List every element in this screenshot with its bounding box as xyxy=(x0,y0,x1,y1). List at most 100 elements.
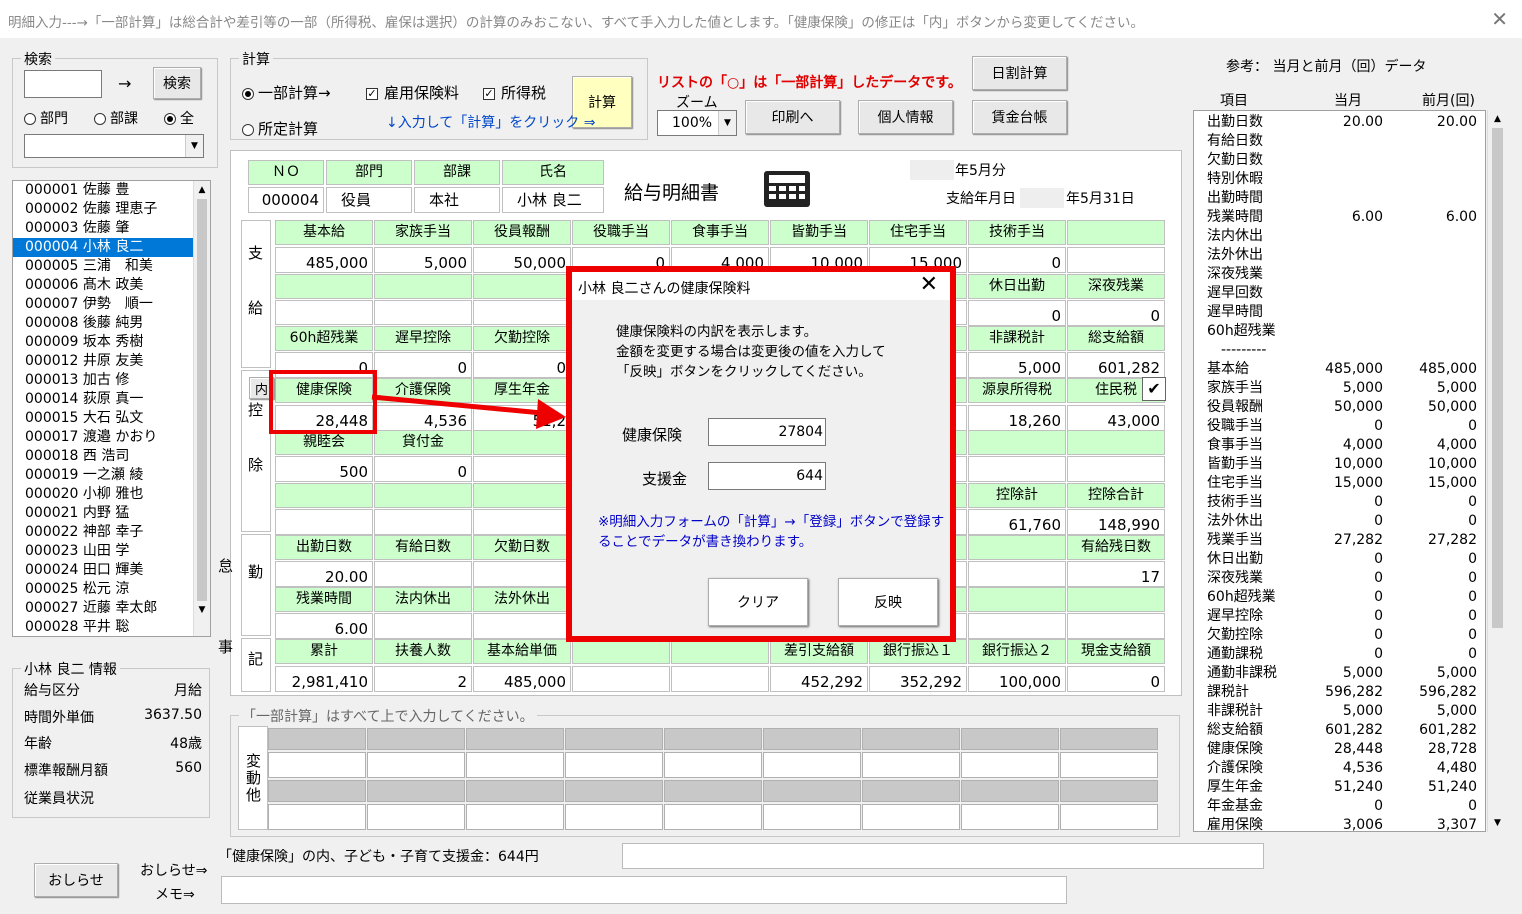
grid-value[interactable]: 485,000 xyxy=(473,666,571,692)
scroll-up-icon[interactable]: ▲ xyxy=(194,185,210,195)
checkmark-icon[interactable]: ✔ xyxy=(1142,377,1166,401)
scroll-up-icon[interactable]: ▲ xyxy=(1488,114,1507,124)
grid-value[interactable]: 20.00 xyxy=(275,561,373,587)
grid-value[interactable]: 0 xyxy=(374,352,472,378)
checkbox-income-tax[interactable]: ✓ 所得税 xyxy=(483,82,546,103)
chevron-down-icon[interactable]: ▼ xyxy=(185,135,203,157)
grid-value[interactable]: 6.00 xyxy=(275,613,373,639)
personal-info-button[interactable]: 個人情報 xyxy=(858,100,953,134)
variable-cell[interactable] xyxy=(367,752,465,778)
employee-list-item[interactable]: 000014 荻原 真一 xyxy=(13,390,210,409)
grid-value[interactable] xyxy=(1067,247,1165,273)
employee-list-item[interactable]: 000013 加古 修 xyxy=(13,371,210,390)
employee-list-item[interactable]: 000012 井原 友美 xyxy=(13,352,210,371)
chevron-down-icon[interactable]: ▼ xyxy=(718,111,736,135)
grid-value[interactable]: 0 xyxy=(1067,666,1165,692)
print-button[interactable]: 印刷へ xyxy=(745,100,840,134)
daily-calc-button[interactable]: 日割計算 xyxy=(972,56,1067,90)
support-input[interactable]: 644 xyxy=(708,462,826,490)
employee-list-item[interactable]: 000004 小林 良二 xyxy=(13,238,210,257)
grid-value[interactable]: 61,760 xyxy=(968,509,1066,535)
close-icon[interactable]: ✕ xyxy=(920,272,938,297)
employee-list-item[interactable]: 000008 後藤 純男 xyxy=(13,314,210,333)
grid-value[interactable] xyxy=(572,666,670,692)
calculator-icon[interactable] xyxy=(763,170,811,208)
notice-link[interactable]: おしらせ⇒ xyxy=(140,860,207,880)
grid-value[interactable]: 452,292 xyxy=(770,666,868,692)
employee-list-item[interactable]: 000022 神部 幸子 xyxy=(13,523,210,542)
grid-value[interactable]: 5,000 xyxy=(968,352,1066,378)
grid-value[interactable]: 2 xyxy=(374,666,472,692)
dept-select[interactable]: ▼ xyxy=(24,134,204,158)
memo-link[interactable]: メモ⇒ xyxy=(155,884,195,904)
grid-value[interactable]: 43,000 xyxy=(1067,405,1165,431)
grid-value[interactable]: 0 xyxy=(473,352,571,378)
employee-list-item[interactable]: 000028 平井 聡 xyxy=(13,618,210,636)
employee-list-item[interactable]: 000009 坂本 秀樹 xyxy=(13,333,210,352)
grid-value[interactable]: 352,292 xyxy=(869,666,967,692)
employee-list-item[interactable]: 000021 内野 猛 xyxy=(13,504,210,523)
scroll-thumb[interactable] xyxy=(197,199,207,601)
grid-value[interactable]: 601,282 xyxy=(1067,352,1165,378)
employee-list-item[interactable]: 000025 松元 涼 xyxy=(13,580,210,599)
variable-cell[interactable] xyxy=(1060,804,1158,830)
variable-cell[interactable] xyxy=(664,752,762,778)
employee-list-item[interactable]: 000002 佐藤 理恵子 xyxy=(13,200,210,219)
zoom-select[interactable]: 100% ▼ xyxy=(657,110,737,136)
variable-cell[interactable] xyxy=(565,804,663,830)
variable-cell[interactable] xyxy=(763,804,861,830)
variable-cell[interactable] xyxy=(961,804,1059,830)
grid-value[interactable] xyxy=(473,561,571,587)
close-icon[interactable]: ✕ xyxy=(1491,7,1508,31)
radio-fixed-calc[interactable]: 所定計算 xyxy=(242,118,318,139)
notice-button[interactable]: おしらせ xyxy=(34,863,118,897)
grid-value[interactable] xyxy=(473,613,571,639)
grid-value[interactable]: 18,260 xyxy=(968,405,1066,431)
variable-cell[interactable] xyxy=(862,752,960,778)
ref-scrollbar[interactable]: ▲ ▼ xyxy=(1487,110,1507,832)
memo-field[interactable] xyxy=(221,876,1067,904)
grid-value[interactable]: 17 xyxy=(1067,561,1165,587)
ledger-button[interactable]: 賃金台帳 xyxy=(972,100,1067,134)
variable-cell[interactable] xyxy=(466,752,564,778)
grid-value[interactable]: 0 xyxy=(968,247,1066,273)
radio-partial-calc[interactable]: 一部計算→ xyxy=(242,82,331,103)
checkbox-emp-ins[interactable]: ✓ 雇用保険料 xyxy=(366,82,459,103)
employee-list-item[interactable]: 000003 佐藤 肇 xyxy=(13,219,210,238)
status-field[interactable] xyxy=(622,843,1264,869)
employee-list-item[interactable]: 000007 伊勢 順一 xyxy=(13,295,210,314)
grid-value[interactable]: 0 xyxy=(374,456,472,482)
grid-value[interactable]: 5,000 xyxy=(374,247,472,273)
employee-list[interactable]: 000001 佐藤 豊 000002 佐藤 理恵子 000003 佐藤 肇 00000… xyxy=(12,180,211,637)
radio-all[interactable]: 全 xyxy=(164,108,194,128)
grid-value[interactable] xyxy=(374,561,472,587)
employee-list-item[interactable]: 000017 渡邉 かおり xyxy=(13,428,210,447)
variable-cell[interactable] xyxy=(664,804,762,830)
employee-list-item[interactable]: 000019 一之瀬 綾 xyxy=(13,466,210,485)
grid-value[interactable] xyxy=(671,666,769,692)
grid-value[interactable]: 0 xyxy=(968,300,1066,326)
variable-cell[interactable] xyxy=(1060,752,1158,778)
scroll-down-icon[interactable]: ▼ xyxy=(1488,818,1507,828)
grid-value[interactable] xyxy=(374,613,472,639)
variable-cell[interactable] xyxy=(763,752,861,778)
health-input[interactable]: 27804 xyxy=(708,418,826,446)
scroll-down-icon[interactable]: ▼ xyxy=(194,605,210,615)
scrollbar[interactable]: ▲ ▼ xyxy=(193,181,210,636)
employee-list-item[interactable]: 000018 西 浩司 xyxy=(13,447,210,466)
grid-value[interactable]: 2,981,410 xyxy=(275,666,373,692)
grid-value[interactable]: 485,000 xyxy=(275,247,373,273)
scroll-thumb[interactable] xyxy=(1492,128,1503,628)
grid-value[interactable]: 100,000 xyxy=(968,666,1066,692)
search-button[interactable]: 検索 xyxy=(153,67,201,99)
variable-cell[interactable] xyxy=(466,804,564,830)
search-input[interactable] xyxy=(24,70,102,98)
employee-list-item[interactable]: 000024 田口 輝美 xyxy=(13,561,210,580)
employee-list-item[interactable]: 000015 大石 弘文 xyxy=(13,409,210,428)
apply-button[interactable]: 反映 xyxy=(838,578,938,626)
employee-list-item[interactable]: 000005 三浦 和美 xyxy=(13,257,210,276)
radio-sect[interactable]: 部課 xyxy=(94,108,138,128)
variable-cell[interactable] xyxy=(565,752,663,778)
variable-cell[interactable] xyxy=(367,804,465,830)
clear-button[interactable]: クリア xyxy=(708,578,808,626)
